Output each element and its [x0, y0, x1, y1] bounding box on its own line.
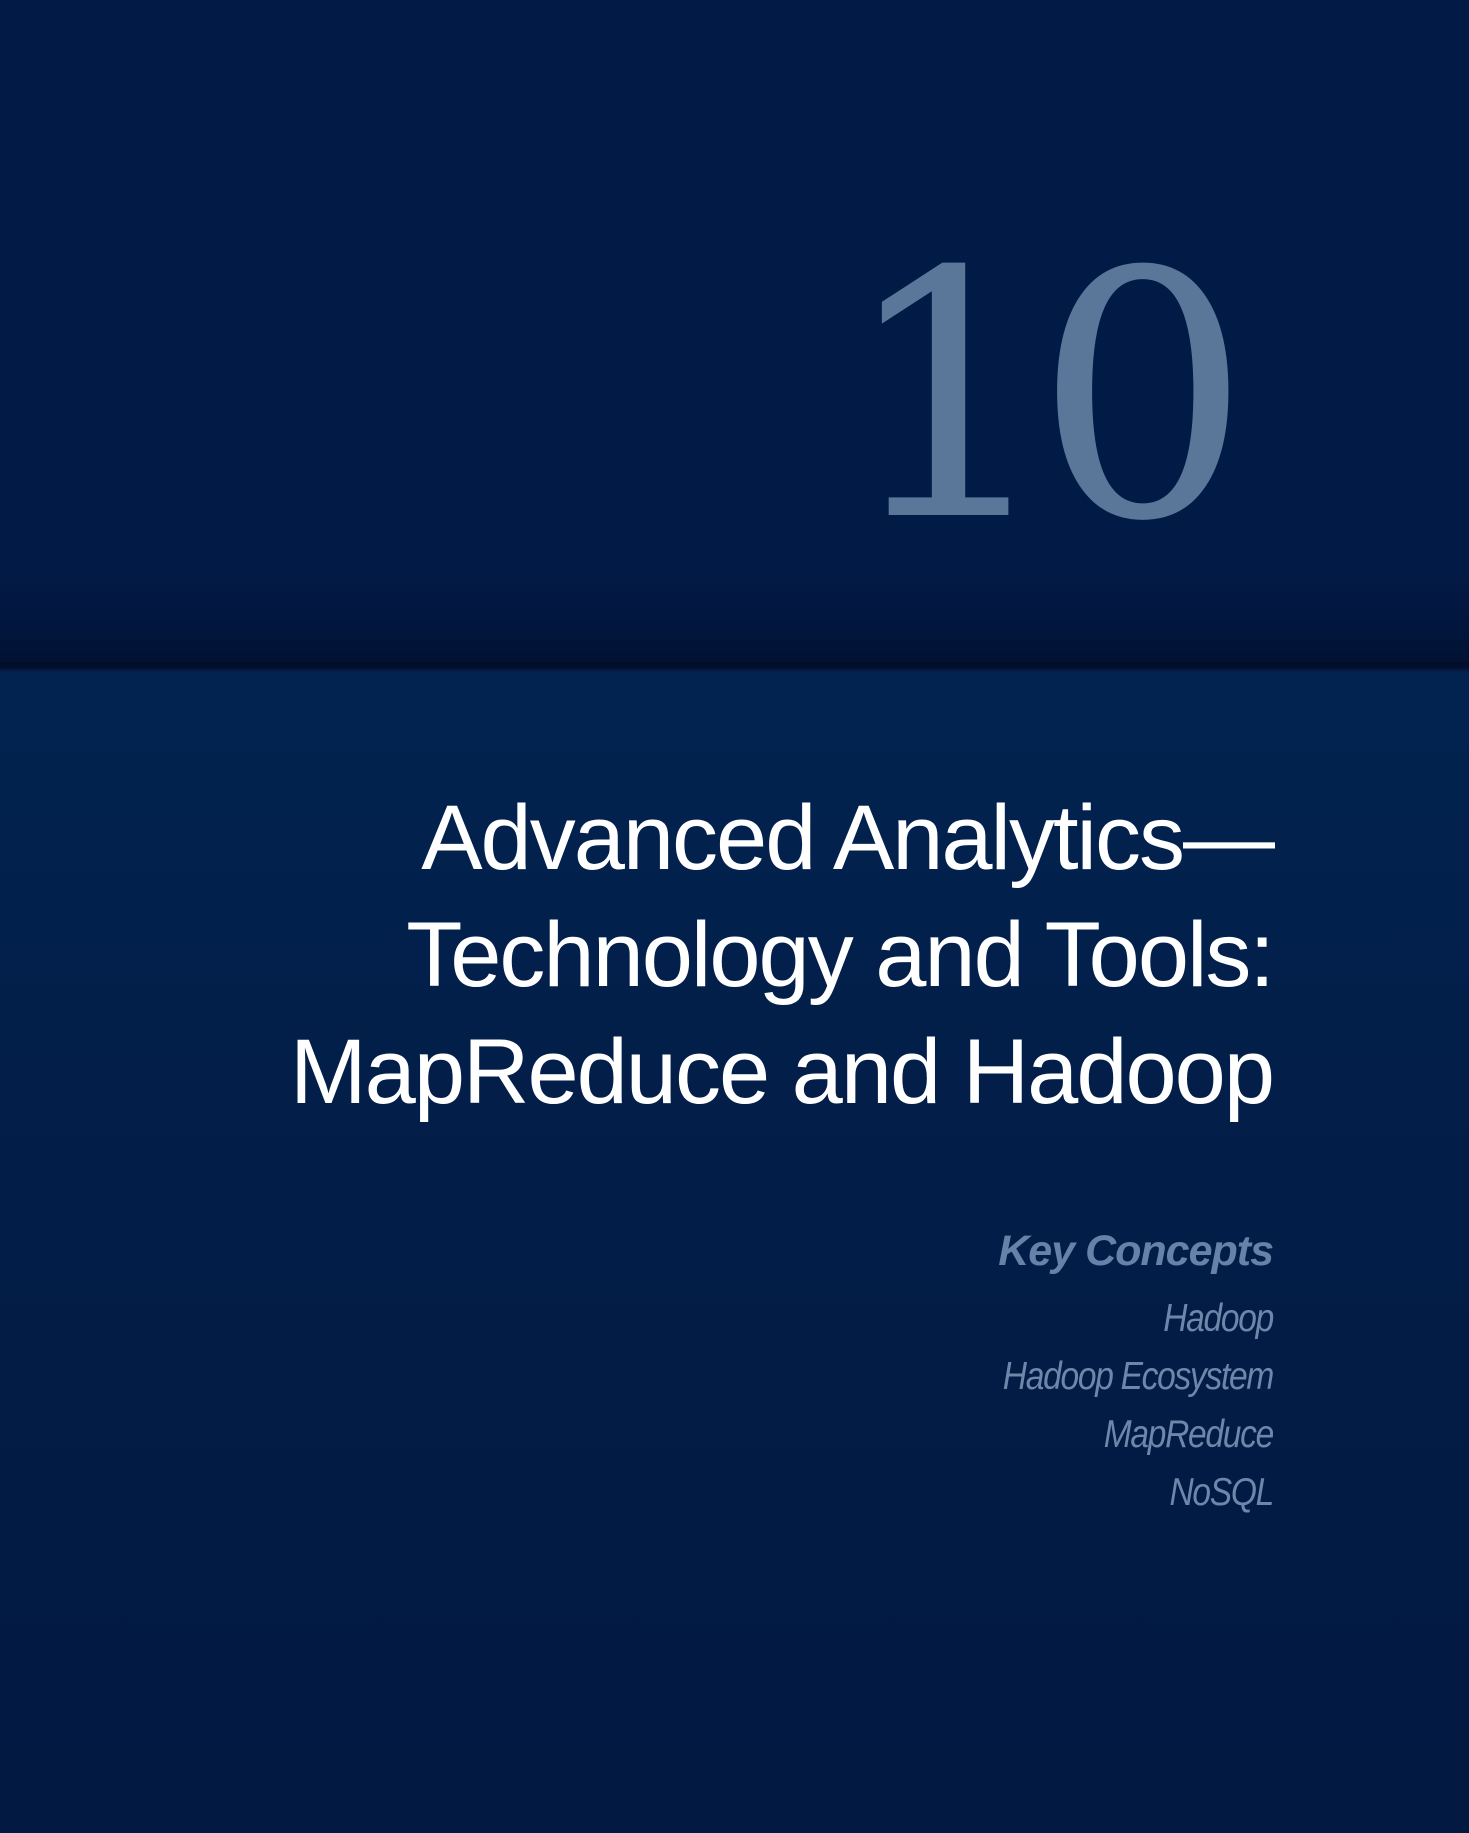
- key-concept-item: MapReduce: [1103, 1413, 1275, 1456]
- key-concepts-list: Hadoop Hadoop Ecosystem MapReduce NoSQL: [673, 1290, 1275, 1522]
- key-concept-item: Hadoop Ecosystem: [1002, 1355, 1274, 1398]
- key-concepts-heading: Key Concepts: [998, 1227, 1274, 1275]
- key-concept-item: Hadoop: [1163, 1297, 1274, 1340]
- chapter-title-line: Advanced Analytics—: [421, 787, 1275, 889]
- key-concept-item: NoSQL: [1169, 1471, 1274, 1514]
- chapter-number: 10: [840, 200, 1251, 596]
- chapter-opener-page: 10 Advanced Analytics— Technology and To…: [0, 0, 1469, 1833]
- chapter-title: Advanced Analytics— Technology and Tools…: [73, 780, 1275, 1131]
- chapter-title-line: Technology and Tools:: [406, 904, 1275, 1006]
- header-band: [0, 0, 1469, 668]
- band-divider: [0, 662, 1469, 672]
- key-concepts: Key Concepts Hadoop Hadoop Ecosystem Map…: [673, 1224, 1275, 1522]
- chapter-title-line: MapReduce and Hadoop: [290, 1021, 1275, 1123]
